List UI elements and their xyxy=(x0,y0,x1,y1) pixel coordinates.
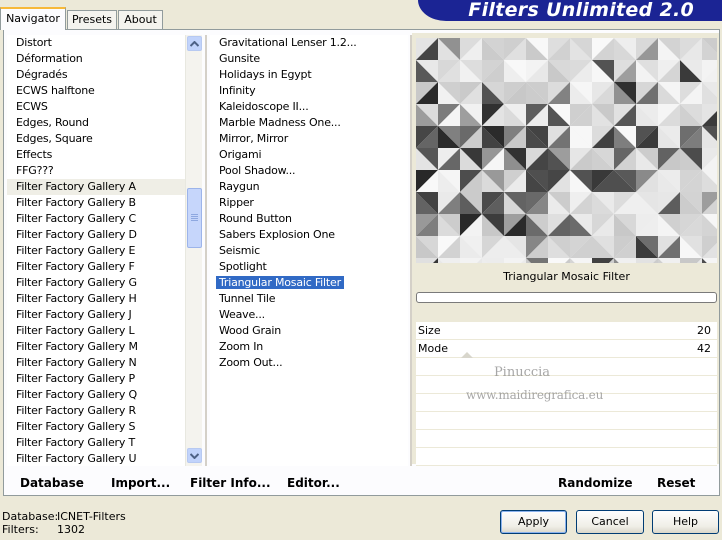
filter-item[interactable]: Holidays in Egypt xyxy=(210,67,408,83)
category-item[interactable]: FFG??? xyxy=(7,163,185,179)
category-item[interactable]: Filter Factory Gallery C xyxy=(7,211,185,227)
reset-button[interactable]: Reset xyxy=(657,476,695,490)
database-button[interactable]: Database xyxy=(20,476,84,490)
status-database-value: ICNET-Filters xyxy=(57,510,126,523)
filter-item[interactable]: Infinity xyxy=(210,83,408,99)
filter-item[interactable]: Gravitational Lenser 1.2... xyxy=(210,35,408,51)
filter-item[interactable]: Origami xyxy=(210,147,408,163)
param-row-size[interactable]: Size 20 xyxy=(416,322,717,340)
category-list[interactable]: Distort Déformation Dégradés ECWS halftone E… xyxy=(7,35,185,466)
tab-presets[interactable]: Presets xyxy=(67,10,117,29)
filter-item[interactable]: Raygun xyxy=(210,179,408,195)
chevron-up-icon xyxy=(190,40,199,47)
category-item[interactable]: Filter Factory Gallery G xyxy=(7,275,185,291)
filter-item[interactable]: Seismic xyxy=(210,243,408,259)
app-title: Filters Unlimited 2.0 xyxy=(468,0,694,21)
param-label: Size xyxy=(418,324,441,337)
filter-item[interactable]: Round Button xyxy=(210,211,408,227)
category-item[interactable]: Edges, Square xyxy=(7,131,185,147)
preview-image xyxy=(416,38,717,263)
param-value: 20 xyxy=(697,324,711,337)
param-label: Mode xyxy=(418,342,448,355)
param-row-mode[interactable]: Mode 42 xyxy=(416,340,717,359)
scroll-down-button[interactable] xyxy=(187,448,202,463)
filter-info-button[interactable]: Filter Info... xyxy=(190,476,271,490)
category-item[interactable]: Filter Factory Gallery D xyxy=(7,227,185,243)
category-item[interactable]: Filter Factory Gallery B xyxy=(7,195,185,211)
category-item[interactable]: Filter Factory Gallery T xyxy=(7,435,185,451)
category-item[interactable]: Filter Factory Gallery J xyxy=(7,307,185,323)
watermark: Pinuccia www.maidiregrafica.eu xyxy=(466,362,604,406)
help-button[interactable]: Help xyxy=(652,510,719,534)
apply-button[interactable]: Apply xyxy=(500,510,567,534)
category-item[interactable]: Filter Factory Gallery N xyxy=(7,355,185,371)
category-item[interactable]: Edges, Round xyxy=(7,115,185,131)
filter-item[interactable]: Ripper xyxy=(210,195,408,211)
status-database-label: Database: xyxy=(2,510,59,523)
category-item[interactable]: Filter Factory Gallery L xyxy=(7,323,185,339)
scroll-up-button[interactable] xyxy=(187,36,202,51)
param-row-empty xyxy=(416,448,717,466)
category-item[interactable]: Filter Factory Gallery S xyxy=(7,419,185,435)
filter-item[interactable]: Marble Madness One... xyxy=(210,115,408,131)
editor-button[interactable]: Editor... xyxy=(287,476,340,490)
filter-item[interactable]: Mirror, Mirror xyxy=(210,131,408,147)
list-divider xyxy=(205,35,207,466)
category-item[interactable]: Filter Factory Gallery H xyxy=(7,291,185,307)
filter-item-selected-label: Triangular Mosaic Filter xyxy=(216,276,344,289)
category-item[interactable]: Distort xyxy=(7,35,185,51)
category-item[interactable]: Filter Factory Gallery U xyxy=(7,451,185,466)
filter-item[interactable]: Sabers Explosion One xyxy=(210,227,408,243)
param-value: 42 xyxy=(697,342,711,355)
category-item[interactable]: ECWS xyxy=(7,99,185,115)
category-scrollbar[interactable] xyxy=(185,35,202,466)
filter-item[interactable]: Gunsite xyxy=(210,51,408,67)
mosaic-preview xyxy=(416,38,717,263)
category-item[interactable]: Filter Factory Gallery P xyxy=(7,371,185,387)
category-item[interactable]: Filter Factory Gallery A xyxy=(7,179,185,195)
progress-bar xyxy=(416,292,717,303)
filter-list[interactable]: Gravitational Lenser 1.2... Gunsite Holida… xyxy=(210,35,408,466)
randomize-button[interactable]: Randomize xyxy=(558,476,632,490)
category-item[interactable]: Filter Factory Gallery R xyxy=(7,403,185,419)
category-item[interactable]: ECWS halftone xyxy=(7,83,185,99)
preview-filter-name: Triangular Mosaic Filter xyxy=(503,270,630,283)
grip-icon xyxy=(191,213,198,222)
filter-item[interactable]: Pool Shadow... xyxy=(210,163,408,179)
watermark-url: www.maidiregrafica.eu xyxy=(466,388,604,402)
category-item[interactable]: Dégradés xyxy=(7,67,185,83)
category-item[interactable]: Filter Factory Gallery Q xyxy=(7,387,185,403)
param-row-empty xyxy=(416,412,717,430)
scroll-thumb[interactable] xyxy=(187,188,202,248)
bottom-toolbar: Database Import... Filter Info... Editor… xyxy=(4,470,719,494)
category-item[interactable]: Filter Factory Gallery E xyxy=(7,243,185,259)
import-button[interactable]: Import... xyxy=(111,476,170,490)
filter-item[interactable]: Zoom Out... xyxy=(210,355,408,371)
category-item[interactable]: Effects xyxy=(7,147,185,163)
param-row-empty xyxy=(416,430,717,448)
status-filters-value: 1302 xyxy=(57,523,85,536)
filter-item[interactable]: Tunnel Tile xyxy=(210,291,408,307)
filter-item[interactable]: Triangular Mosaic Filter xyxy=(210,275,408,291)
filter-item[interactable]: Wood Grain xyxy=(210,323,408,339)
filter-item[interactable]: Kaleidoscope II... xyxy=(210,99,408,115)
cancel-button[interactable]: Cancel xyxy=(576,510,644,534)
category-item[interactable]: Déformation xyxy=(7,51,185,67)
watermark-name: Pinuccia xyxy=(493,365,551,380)
tab-about[interactable]: About xyxy=(118,10,163,29)
category-item[interactable]: Filter Factory Gallery F xyxy=(7,259,185,275)
tab-navigator[interactable]: Navigator xyxy=(0,7,66,30)
filter-item[interactable]: Weave... xyxy=(210,307,408,323)
status-area: Database:ICNET-Filters Filters: 1302 xyxy=(2,510,126,536)
filter-item[interactable]: Spotlight xyxy=(210,259,408,275)
title-banner: Filters Unlimited 2.0 xyxy=(418,0,722,21)
category-item[interactable]: Filter Factory Gallery M xyxy=(7,339,185,355)
status-filters-label: Filters: xyxy=(2,523,39,536)
chevron-down-icon xyxy=(190,452,199,459)
filter-item[interactable]: Zoom In xyxy=(210,339,408,355)
